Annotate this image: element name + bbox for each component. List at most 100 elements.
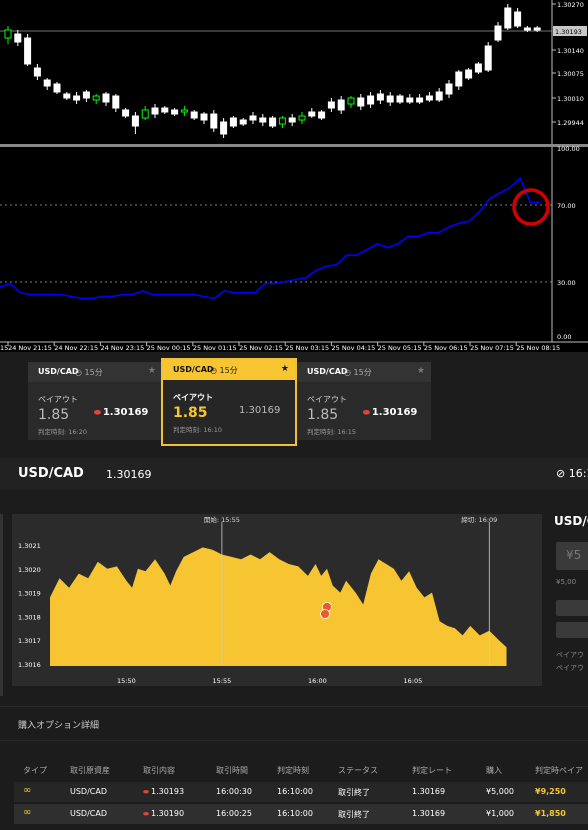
table-row[interactable]: ∞ USD/CAD ⬬ 1.30190 16:00:25 16:10:00 取引終… [14, 804, 588, 824]
oscillator-label: 70.00 [557, 202, 576, 210]
star-icon[interactable]: ★ [148, 366, 156, 376]
time-label: 24 Nov 22:15 [54, 344, 98, 352]
oscillator-label: 0.00 [557, 333, 571, 341]
star-icon[interactable]: ★ [281, 364, 289, 374]
card-pair: USD/CAD [38, 367, 79, 376]
link-icon: ∞ [23, 785, 32, 796]
clock-icon: ◷ [75, 368, 85, 377]
time-label: 15 [0, 344, 8, 352]
clock-icon: ◷ [344, 368, 354, 377]
candle-body [63, 93, 71, 99]
oscillator-label: 100.00 [557, 145, 580, 153]
card-payout-label: ペイアウト [307, 395, 347, 404]
time-label: 24 Nov 21:15 [8, 344, 52, 352]
option-card-header: USD/CAD ◷ 15分 ★ [163, 360, 295, 380]
clock-icon: ⊘ [556, 467, 569, 480]
price-chart-svg: 1.3021 1.3020 1.3019 1.3018 1.3017 1.3016 15:5… [18, 515, 507, 685]
star-icon[interactable]: ★ [417, 366, 425, 376]
card-rate: 1.30169 [239, 405, 281, 416]
time-label: 25 Nov 02:15 [239, 344, 283, 352]
card-pair: USD/CAD [173, 365, 214, 374]
card-expiry: 判定時刻: 16:20 [38, 428, 87, 436]
trade-area: 1.3021 1.3020 1.3019 1.3018 1.3017 1.3016 15:5… [0, 490, 588, 700]
candle-body [435, 91, 443, 101]
server-clock: ⊘ 16:1 [556, 467, 588, 480]
down-arrow-icon: ⬬ [143, 810, 149, 818]
candle-body [24, 37, 32, 65]
candle-body [141, 109, 149, 119]
option-card-3[interactable]: USD/CAD ◷ 15分 ★ ペイアウト 1.85 ⬬ 1.30169 判定時刻… [297, 362, 431, 440]
order-panel-title: USD/C [554, 514, 588, 528]
candle-body [190, 111, 198, 119]
candle-body [396, 95, 404, 103]
high-button[interactable] [556, 600, 588, 616]
option-card-1[interactable]: USD/CAD ◷ 15分 ★ ペイアウト 1.85 ⬬ 1.30169 判定時刻… [28, 362, 162, 440]
candle-body [92, 95, 100, 101]
candle-body [171, 109, 179, 115]
card-expiry: 判定時刻: 16:10 [173, 426, 222, 434]
candle-body [43, 79, 51, 87]
candle-body [278, 117, 286, 125]
price-label: 1.30140 [557, 47, 584, 55]
table-header: タイプ 取引原資産 取引内容 取引時間 判定時刻 ステータス 判定レート 購入 … [14, 760, 588, 780]
candle-body [445, 83, 453, 95]
sidebar-toggle[interactable] [0, 514, 3, 696]
candle-body [327, 101, 335, 109]
time-label: 25 Nov 06:15 [424, 344, 468, 352]
card-duration: ◷ 15分 [210, 366, 238, 375]
table-row[interactable]: ∞ USD/CAD ⬬ 1.30193 16:00:30 16:10:00 取引終… [14, 782, 588, 802]
candle-body [386, 95, 394, 103]
candle-body [33, 67, 41, 77]
col-buy: 購入 [486, 766, 502, 775]
candle-body [406, 97, 414, 103]
candle-body [180, 109, 188, 113]
purchase-details: 購入オプション詳細 タイプ 取引原資産 取引内容 取引時間 判定時刻 ステータス… [0, 706, 588, 830]
candle-body [347, 97, 355, 105]
amount-input[interactable]: ¥5 [556, 542, 588, 570]
cutoff-label: 締切: 16:09 [461, 515, 497, 524]
candle-body [357, 97, 365, 107]
mt4-chart-svg: 1.30270 1.30140 1.30075 1.30010 1.29944 1.301… [0, 0, 588, 352]
x-axis-label: 16:00 [308, 677, 327, 685]
candle-body [298, 115, 306, 121]
candle-body [200, 113, 208, 121]
price-label: 1.30270 [557, 1, 584, 9]
candle-body [367, 95, 375, 105]
candle-body [102, 93, 110, 103]
card-expiry: 判定時刻: 16:15 [307, 428, 356, 436]
candle-body [337, 99, 345, 111]
time-label: 25 Nov 01:15 [193, 344, 237, 352]
price-chart[interactable]: 1.3021 1.3020 1.3019 1.3018 1.3017 1.3016 15:5… [12, 514, 542, 686]
candle-body [122, 109, 130, 117]
card-duration: ◷ 15分 [344, 368, 372, 377]
price-area [50, 547, 507, 666]
candle-body [269, 117, 277, 127]
candle-body [229, 117, 237, 127]
current-price-label: 1.30193 [555, 28, 582, 36]
y-axis-label: 1.3021 [18, 542, 41, 550]
low-button[interactable] [556, 622, 588, 638]
card-payout-label: ペイアウト [173, 393, 213, 402]
candle-body [14, 33, 22, 43]
candle-body [151, 107, 159, 115]
option-card-2[interactable]: USD/CAD ◷ 15分 ★ ペイアウト 1.85 1.30169 判定時刻:… [161, 358, 297, 446]
col-status: ステータス [338, 766, 378, 775]
down-arrow-icon: ⬬ [363, 408, 370, 417]
time-label: 25 Nov 03:15 [285, 344, 329, 352]
candle-body [288, 117, 296, 123]
candle-body [318, 111, 326, 119]
time-label: 25 Nov 05:15 [378, 344, 422, 352]
asset-price: 1.30169 [106, 468, 152, 481]
candle-body [4, 29, 12, 39]
candle-body [523, 27, 531, 31]
col-payout: 判定時ペイア [535, 766, 583, 775]
y-axis-label: 1.3020 [18, 566, 41, 574]
col-content: 取引内容 [143, 766, 175, 775]
card-payout-label: ペイアウト [38, 395, 78, 404]
option-cards: USD/CAD ◷ 15分 ★ ペイアウト 1.85 ⬬ 1.30169 判定時刻… [0, 352, 588, 452]
details-title: 購入オプション詳細 [18, 721, 100, 731]
col-asset: 取引原資産 [70, 766, 110, 775]
col-type: タイプ [23, 766, 47, 775]
candle-body [533, 27, 541, 31]
price-label: 1.29944 [557, 119, 584, 127]
